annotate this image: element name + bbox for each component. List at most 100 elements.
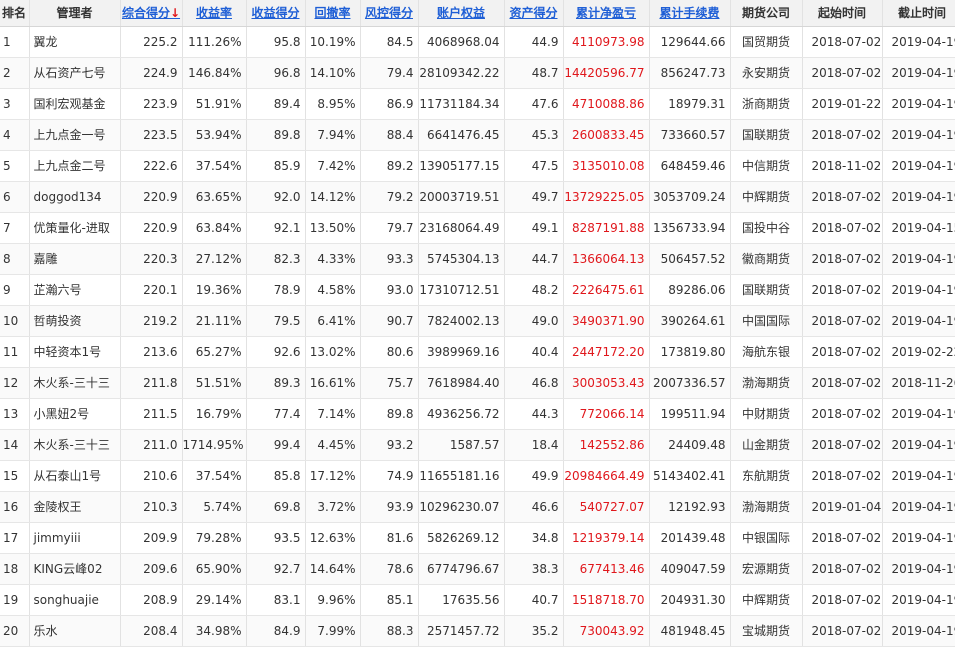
cell-manager-link[interactable]: 从石资产七号 (29, 57, 121, 89)
header-drawdown-sort[interactable]: 回撤率 (305, 0, 361, 27)
cell-asset-score: 47.5 (504, 150, 564, 182)
cell-equity: 13905177.15 (418, 150, 505, 182)
table-row: 14 木火系-三十三 211.0 1714.95% 99.4 4.45% 93.2 1587.… (0, 429, 955, 461)
cell-end-date: 2019-04-19 (882, 88, 955, 120)
cell-start-date: 2018-07-02 (802, 57, 883, 89)
cell-asset-score: 40.4 (504, 336, 564, 368)
cell-fees: 201439.48 (649, 522, 731, 554)
cell-broker: 国联期货 (730, 119, 803, 151)
cell-end-date: 2019-04-19 (882, 181, 955, 213)
cell-manager-link[interactable]: jimmyiii (29, 522, 121, 554)
cell-return-rate: 63.84% (182, 212, 247, 244)
cell-risk-score: 93.9 (360, 491, 419, 523)
cell-manager-link[interactable]: 乐水 (29, 615, 121, 647)
cell-return-rate: 146.84% (182, 57, 247, 89)
cell-return-score: 82.3 (246, 243, 306, 275)
cell-end-date: 2019-04-19 (882, 243, 955, 275)
cell-start-date: 2018-07-02 (802, 367, 883, 399)
cell-fees: 648459.46 (649, 150, 731, 182)
cell-asset-score: 18.4 (504, 429, 564, 461)
cell-return-rate: 79.28% (182, 522, 247, 554)
header-fees-sort[interactable]: 累计手续费 (649, 0, 731, 27)
header-score-sort[interactable]: 综合得分↓ (120, 0, 183, 27)
header-start: 起始时间 (802, 0, 883, 27)
cell-end-date: 2019-04-19 (882, 150, 955, 182)
cell-score: 219.2 (120, 305, 183, 337)
cell-start-date: 2018-07-02 (802, 243, 883, 275)
cell-broker: 浙商期货 (730, 88, 803, 120)
cell-manager-link[interactable]: 上九点金二号 (29, 150, 121, 182)
cell-return-rate: 1714.95% (182, 429, 247, 461)
cell-return-rate: 111.26% (182, 26, 247, 58)
cell-score: 209.9 (120, 522, 183, 554)
cell-manager-link[interactable]: 中轻资本1号 (29, 336, 121, 368)
cell-manager-link[interactable]: 上九点金一号 (29, 119, 121, 151)
cell-return-rate: 51.91% (182, 88, 247, 120)
table-row: 19 songhuajie 208.9 29.14% 83.1 9.96% 85.1 1763… (0, 584, 955, 616)
header-broker: 期货公司 (730, 0, 803, 27)
cell-broker: 宝城期货 (730, 615, 803, 647)
cell-drawdown: 6.41% (305, 305, 361, 337)
cell-drawdown: 9.96% (305, 584, 361, 616)
cell-net-profit: 1219379.14 (563, 522, 650, 554)
cell-return-rate: 53.94% (182, 119, 247, 151)
cell-risk-score: 86.9 (360, 88, 419, 120)
cell-manager-link[interactable]: 木火系-三十三 (29, 367, 121, 399)
header-equity-sort[interactable]: 账户权益 (418, 0, 505, 27)
cell-asset-score: 49.7 (504, 181, 564, 213)
cell-score: 220.1 (120, 274, 183, 306)
cell-score: 220.3 (120, 243, 183, 275)
cell-asset-score: 34.8 (504, 522, 564, 554)
cell-manager-link[interactable]: 芷瀚六号 (29, 274, 121, 306)
cell-drawdown: 10.19% (305, 26, 361, 58)
cell-manager-link[interactable]: 国利宏观基金 (29, 88, 121, 120)
header-return-rate-sort[interactable]: 收益率 (182, 0, 247, 27)
cell-rank: 6 (0, 181, 30, 213)
table-row: 17 jimmyiii 209.9 79.28% 93.5 12.63% 81.6 58262… (0, 522, 955, 554)
cell-asset-score: 49.0 (504, 305, 564, 337)
table-row: 3 国利宏观基金 223.9 51.91% 89.4 8.95% 86.9 11731184.… (0, 88, 955, 120)
cell-fees: 1356733.94 (649, 212, 731, 244)
cell-fees: 5143402.41 (649, 460, 731, 492)
cell-manager-link[interactable]: 翼龙 (29, 26, 121, 58)
cell-risk-score: 85.1 (360, 584, 419, 616)
cell-manager-link[interactable]: KING云峰02 (29, 553, 121, 585)
cell-fees: 506457.52 (649, 243, 731, 275)
cell-manager-link[interactable]: 优策量化-进取 (29, 212, 121, 244)
cell-broker: 永安期货 (730, 57, 803, 89)
cell-equity: 23168064.49 (418, 212, 505, 244)
cell-broker: 东航期货 (730, 460, 803, 492)
cell-fees: 24409.48 (649, 429, 731, 461)
cell-net-profit: 772066.14 (563, 398, 650, 430)
cell-equity: 11655181.16 (418, 460, 505, 492)
header-risk-score-sort[interactable]: 风控得分 (360, 0, 419, 27)
header-end: 截止时间 (882, 0, 955, 27)
cell-rank: 2 (0, 57, 30, 89)
header-asset-score-sort[interactable]: 资产得分 (504, 0, 564, 27)
cell-manager-link[interactable]: songhuajie (29, 584, 121, 616)
cell-equity: 4068968.04 (418, 26, 505, 58)
cell-manager-link[interactable]: 木火系-三十三 (29, 429, 121, 461)
header-net-profit-sort[interactable]: 累计净盈亏 (563, 0, 650, 27)
cell-manager-link[interactable]: 从石泰山1号 (29, 460, 121, 492)
cell-start-date: 2018-07-02 (802, 26, 883, 58)
cell-manager-link[interactable]: 嘉雕 (29, 243, 121, 275)
cell-start-date: 2018-07-02 (802, 615, 883, 647)
cell-score: 224.9 (120, 57, 183, 89)
cell-manager-link[interactable]: 哲萌投资 (29, 305, 121, 337)
cell-asset-score: 38.3 (504, 553, 564, 585)
cell-manager-link[interactable]: doggod134 (29, 181, 121, 213)
cell-net-profit: 4110973.98 (563, 26, 650, 58)
cell-return-rate: 51.51% (182, 367, 247, 399)
cell-equity: 28109342.22 (418, 57, 505, 89)
cell-net-profit: 2226475.61 (563, 274, 650, 306)
cell-net-profit: 3490371.90 (563, 305, 650, 337)
header-return-score-sort[interactable]: 收益得分 (246, 0, 306, 27)
cell-start-date: 2018-07-02 (802, 274, 883, 306)
cell-equity: 4936256.72 (418, 398, 505, 430)
cell-manager-link[interactable]: 小黑妞2号 (29, 398, 121, 430)
cell-score: 223.5 (120, 119, 183, 151)
cell-return-score: 85.9 (246, 150, 306, 182)
cell-manager-link[interactable]: 金陵权王 (29, 491, 121, 523)
cell-score: 222.6 (120, 150, 183, 182)
